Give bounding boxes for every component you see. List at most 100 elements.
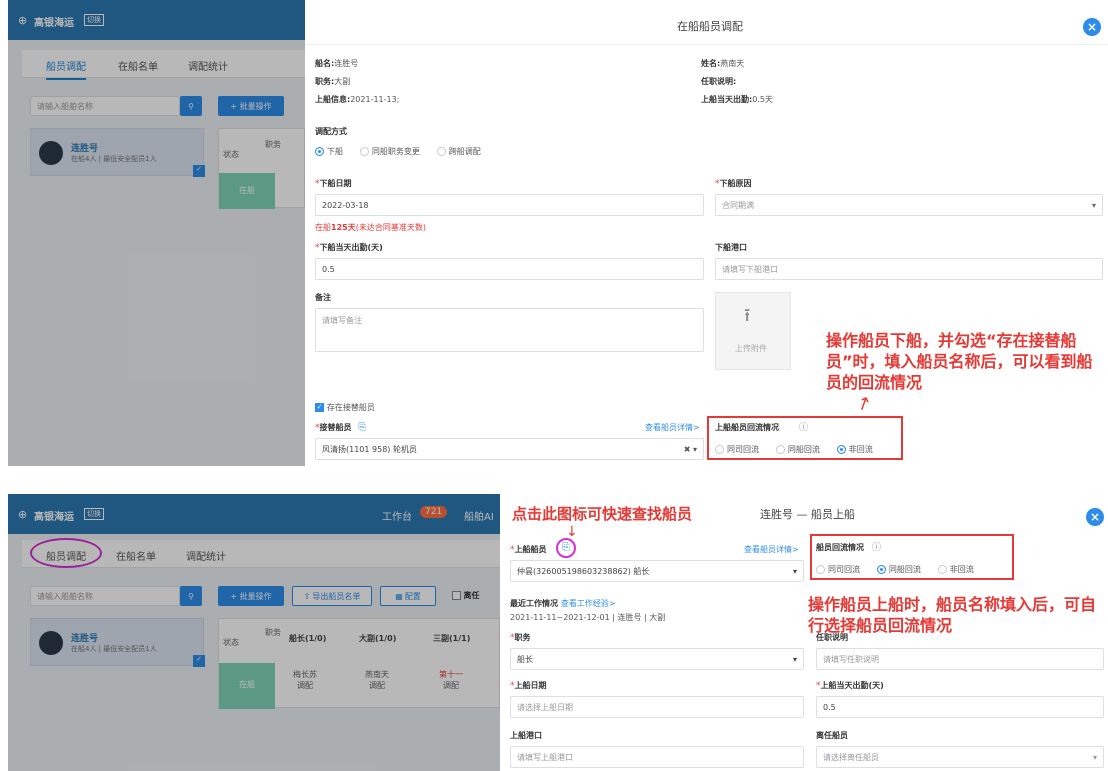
info-role: 职务:大副 (315, 76, 350, 87)
has-replacement-checkbox-row: ✓ 存在接替船员 (315, 402, 375, 413)
replacement-label: *接替船员 ⎘ (315, 422, 367, 433)
onboard-note-prefix: 在船 (315, 223, 331, 232)
leave-crew-select[interactable]: 请选择离任船员 ▾ (816, 746, 1104, 768)
info-name-value: 燕南天 (720, 59, 745, 68)
return-option-0: 同司回流 (727, 445, 759, 454)
method-option-0: 下船 (327, 147, 343, 156)
replacement-value: 风清扬(1101 958) 轮机员 (322, 444, 417, 454)
radio-cross-ship[interactable] (436, 147, 446, 156)
bottom-panel: ⊕ 高银海运 切换 工作台 721 船舶AI 船员调配 在船名单 调配统计 请输… (0, 494, 1108, 771)
work-value: 2021-11-11~2021-12-01 | 连胜号 | 大副 (510, 613, 666, 622)
work-row: 最近工作情况 查看工作经验> (510, 598, 616, 609)
panel-separator (0, 466, 1108, 494)
board-date-label-text: 上船日期 (514, 681, 547, 690)
board-date-input[interactable]: 请选择上船日期 (510, 696, 804, 718)
return-radio-group-bottom: 同司回流 同船回流 非回流 (816, 564, 988, 575)
radio-role-change[interactable] (359, 147, 369, 156)
radio-same-company-bottom[interactable] (816, 565, 825, 574)
info-board-label: 上船信息: (315, 95, 351, 104)
board-att-input[interactable]: 0.5 (816, 696, 1104, 718)
disembark-reason-select[interactable]: 合同期满 ▾ (715, 194, 1103, 216)
method-option-2: 跨船调配 (448, 147, 481, 156)
method-radio-group: 下船 同船职务变更 跨船调配 (315, 146, 495, 157)
disembark-reason-label-text: 下船原因 (719, 179, 752, 188)
onboard-note-days: 125天 (331, 223, 356, 232)
info-board-att-label: 上船当天出勤: (701, 95, 753, 104)
top-panel: ⊕ 高银海运 切换 船员调配 在船名单 调配统计 请输入船舶名称 ⚲ + 批量操… (0, 0, 1108, 466)
role-label-bottom: *职务 (510, 633, 531, 643)
return-option-1-bottom: 同船回流 (888, 565, 921, 574)
return-status-label: 上船船员回流情况 (715, 423, 779, 432)
info-ship-value: 连胜号 (334, 59, 359, 68)
close-button-bottom[interactable]: × (1086, 508, 1104, 526)
role-label-text: 职务 (514, 633, 531, 642)
close-button[interactable]: × (1083, 18, 1101, 36)
radio-same-ship-bottom[interactable] (876, 565, 886, 574)
close-icon: × (1089, 510, 1101, 524)
disembark-date-input[interactable]: 2022-03-18 (315, 194, 704, 216)
port-label: 下船港口 (715, 243, 747, 252)
radio-same-company[interactable] (715, 445, 724, 454)
chevron-down-icon: ▾ (792, 566, 797, 576)
return-option-2-bottom: 非回流 (949, 565, 974, 574)
role-value: 船长 (517, 654, 533, 664)
att-label: *下船当天出勤(天) (315, 243, 383, 253)
return-radio-group: 同司回流 同船回流 非回流 (715, 444, 887, 455)
modal-title: 在船船员调配 (677, 20, 743, 33)
onboard-note: 在船125天(未达合同基准天数) (315, 222, 426, 233)
chevron-down-icon: ▾ (1092, 752, 1097, 762)
return-label-bottom: 船员回流情况 (816, 543, 864, 552)
radio-same-ship[interactable] (775, 445, 785, 454)
crew-select[interactable]: 仲昙(326005198603238862) 船长 ▾ (510, 560, 804, 582)
crew-value: 仲昙(326005198603238862) 船长 (517, 566, 650, 576)
radio-disembark[interactable] (315, 147, 324, 156)
replacement-select[interactable]: 风清扬(1101 958) 轮机员 ✖ ▾ (315, 438, 704, 460)
disembark-reason-value: 合同期满 (722, 200, 754, 210)
annotation-board: 操作船员上船时，船员名称填入后，可自行选择船员回流情况 (808, 595, 1097, 635)
help-icon-bottom[interactable]: ⓘ (872, 540, 881, 553)
upload-icon: ⭱ (744, 305, 751, 326)
help-icon[interactable]: ⓘ (799, 420, 808, 433)
replacement-detail-link[interactable]: 查看船员详情> (645, 422, 700, 433)
method-option-1: 同船职务变更 (371, 147, 420, 156)
att-input[interactable]: 0.5 (315, 258, 704, 280)
crew-detail-link[interactable]: 查看船员详情> (744, 544, 799, 555)
info-name-label: 姓名: (701, 59, 721, 68)
disembark-reason-label: *下船原因 (715, 179, 752, 189)
board-port-input[interactable]: 请填写上船港口 (510, 746, 804, 768)
chevron-down-icon: ▾ (1091, 200, 1096, 210)
info-ship: 船名:连胜号 (315, 58, 358, 69)
work-link[interactable]: 查看工作经验> (561, 599, 616, 608)
disembark-date-label-text: 下船日期 (319, 179, 352, 188)
radio-non-return-bottom[interactable] (937, 565, 947, 574)
radio-non-return[interactable] (836, 445, 846, 454)
board-att-label-text: 上船当天出勤(天) (820, 681, 884, 690)
board-port-label: 上船港口 (510, 731, 542, 740)
info-board-value: 2021-11-13; (350, 95, 400, 104)
remark-textarea[interactable]: 请填写备注 (315, 308, 704, 352)
crew-label-text: 上船船员 (514, 545, 547, 554)
overlay-mask-bottom (8, 494, 500, 771)
annotation-arrow-icon-bottom: ↓ (566, 524, 578, 540)
info-duty: 任职说明: (701, 76, 736, 87)
return-option-1: 同船回流 (787, 445, 820, 454)
info-role-label: 职务: (315, 77, 335, 86)
role-select[interactable]: 船长 ▾ (510, 648, 804, 670)
duty-input[interactable]: 请填写任职说明 (816, 648, 1104, 670)
disembark-date-label: *下船日期 (315, 179, 352, 189)
clear-icon[interactable]: ✖ ▾ (684, 445, 697, 454)
dispatch-modal: 在船船员调配 × 船名:连胜号 姓名:燕南天 职务:大副 任职说明: 上船信息:… (305, 0, 1108, 466)
annotation-search-icon: 点击此图标可快速查找船员 (512, 505, 693, 523)
replacement-label-text: 接替船员 (319, 423, 352, 432)
crew-search-icon-bottom[interactable]: ⎘ (562, 542, 570, 553)
checkbox-checked-icon[interactable]: ✓ (315, 403, 324, 412)
remark-label: 备注 (315, 293, 331, 302)
info-board-att-value: 0.5天 (752, 95, 773, 104)
upload-box[interactable]: ⭱ 上传附件 (715, 292, 791, 370)
board-date-label: *上船日期 (510, 681, 547, 691)
port-input[interactable]: 请填写下船港口 (715, 258, 1103, 280)
modal-title-bottom: 连胜号 — 船员上船 (760, 508, 855, 521)
crew-label: *上船船员 (510, 545, 547, 555)
info-duty-label: 任职说明: (701, 77, 737, 86)
crew-search-icon[interactable]: ⎘ (358, 422, 366, 433)
